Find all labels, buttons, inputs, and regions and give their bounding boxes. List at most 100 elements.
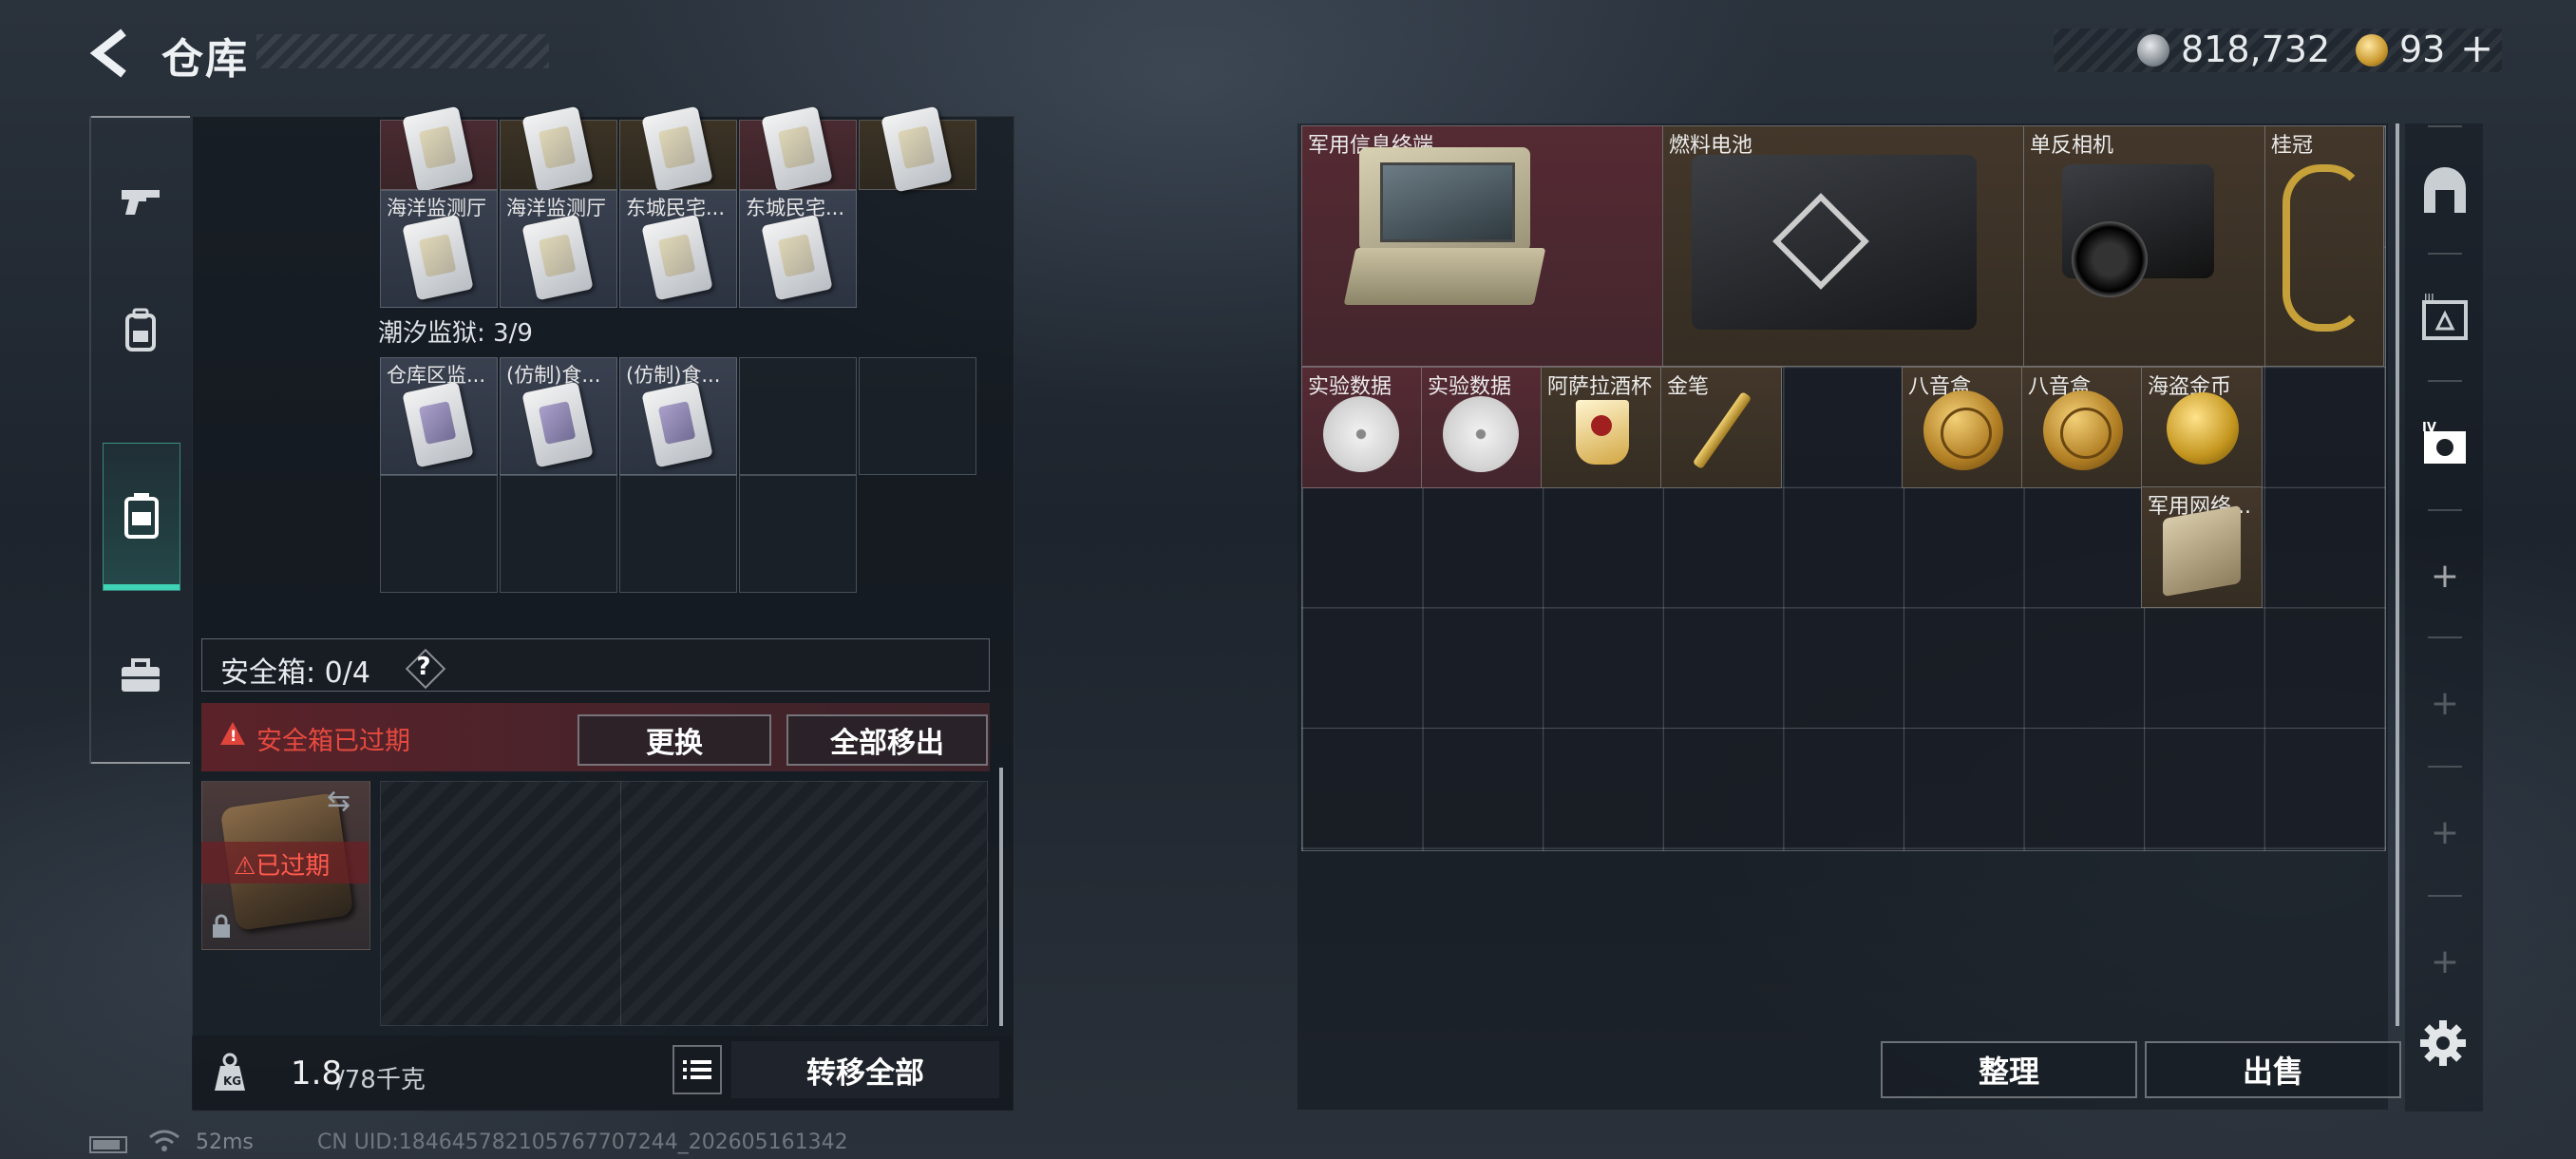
router-image [2163,504,2241,598]
backpack-icon [125,308,156,352]
list-item[interactable]: 东城民宅... [739,190,857,308]
tab-toolbox[interactable] [103,638,179,714]
svg-text:KG: KG [223,1074,241,1088]
sell-button[interactable]: 出售 [2145,1041,2401,1098]
vault-icon [2424,167,2466,213]
gold-coin-image [2167,392,2239,465]
inventory-slot[interactable] [380,105,498,193]
stash-item[interactable]: 桂冠 [2264,125,2384,367]
scrollbar[interactable] [999,768,1003,1026]
stash-item[interactable]: 军用信息终端 [1301,125,1664,367]
container-icon: III [2422,293,2468,340]
music-box-image [2043,390,2123,470]
expired-warning-text: 安全箱已过期 [256,727,410,756]
empty-slot[interactable] [500,475,617,593]
list-item[interactable]: 海洋监测厅 [500,190,617,308]
add-stash-tab-button[interactable]: + [2413,929,2477,994]
transfer-all-button[interactable]: 转移全部 [731,1041,999,1098]
help-label: ? [416,653,431,681]
gun-icon [122,190,160,215]
lock-icon [211,914,232,939]
empty-slot[interactable] [739,357,857,475]
list-icon [683,1060,711,1079]
replace-button[interactable]: 更换 [578,714,771,766]
move-all-out-button[interactable]: 全部移出 [786,714,988,766]
inventory-slot[interactable] [859,105,976,193]
battery-icon [89,1136,127,1153]
list-view-button[interactable] [672,1045,722,1094]
stash-item[interactable]: 单反相机 [2023,125,2266,367]
user-uid: CN UID:184645782105767707244_20260516134… [317,1130,848,1154]
case-expired-label: ⚠已过期 [234,852,331,881]
inventory-slot[interactable] [500,105,617,193]
weight-icon: KG [211,1053,249,1092]
svg-text:III: III [2424,293,2434,305]
swap-icon[interactable]: ⇆ [327,785,350,818]
stash-item[interactable]: 实验数据 [1301,367,1423,488]
add-stash-tab-button[interactable]: + [2413,543,2477,608]
stash-item[interactable]: 军用网络... [2141,486,2263,608]
empty-slot[interactable] [739,475,857,593]
left-tab-rail [89,116,190,764]
page-title: 仓库 [161,35,249,84]
gear-icon [2420,1020,2466,1066]
storage-case-icon [124,493,159,539]
stash-item[interactable]: 海盗金币 [2141,367,2263,488]
tab-storage-active[interactable] [103,443,180,591]
plus-icon: + [2430,556,2460,596]
item-name: 实验数据 [1428,375,1512,399]
safebox-grid[interactable] [380,781,988,1026]
item-name: 桂冠 [2271,134,2314,158]
stash-tab-1[interactable] [2413,160,2477,224]
silver-currency-value: 818,732 [2181,28,2331,70]
plus-icon: + [2430,941,2460,981]
stash-item[interactable]: 实验数据 [1421,367,1543,488]
pen-image [1692,390,1752,470]
stash-tab-2[interactable]: III [2413,285,2477,350]
weight-current: 1.8 [291,1054,343,1092]
gold-currency-value: 93 [2399,28,2446,70]
empty-slot[interactable] [859,357,976,475]
add-stash-tab-button[interactable]: + [2413,800,2477,864]
stash-item[interactable]: 八音盒 [2021,367,2143,488]
title-decoration [256,34,549,68]
section-label-prison: 潮汐监狱: 3/9 [378,319,533,348]
weight-max: /78千克 [336,1066,426,1094]
plus-icon: + [2430,683,2460,723]
stash-item[interactable]: 八音盒 [1902,367,2023,488]
stash-item[interactable]: 燃料电池 [1662,125,2025,367]
music-box-image [1923,390,2003,470]
add-currency-button[interactable]: + [2460,25,2493,71]
empty-slot[interactable] [380,475,498,593]
empty-slot[interactable] [619,475,737,593]
tab-weapons[interactable] [103,163,179,239]
list-item[interactable]: (仿制)食... [619,357,737,475]
gold-coin-icon [2356,34,2388,66]
tab-equipment[interactable] [103,293,179,369]
svg-text:IV: IV [2422,421,2436,435]
item-name: 金笔 [1667,375,1710,399]
item-name: 单反相机 [2030,134,2114,158]
sort-button[interactable]: 整理 [1881,1041,2137,1098]
stash-item[interactable]: 金笔 [1660,367,1782,488]
list-item[interactable]: (仿制)食... [500,357,617,475]
stash-tab-3-active[interactable]: IV [2413,412,2477,477]
camera-image [2062,164,2214,297]
settings-button[interactable] [2418,1018,2468,1068]
list-item[interactable]: 东城民宅... [619,190,737,308]
item-name: 阿萨拉酒杯 [1547,375,1653,399]
list-item[interactable]: 仓库区监... [380,357,498,475]
item-name: 实验数据 [1308,375,1392,399]
add-stash-tab-button[interactable]: + [2413,671,2477,735]
silver-coin-icon [2137,34,2169,66]
help-icon[interactable]: ? [405,648,446,690]
terminal-image [1359,147,1530,252]
stash-scrollbar[interactable] [2396,124,2399,1026]
inventory-slot[interactable] [739,105,857,193]
stash-item[interactable]: 阿萨拉酒杯 [1541,367,1662,488]
inventory-slot[interactable] [619,105,737,193]
back-button[interactable] [85,27,133,80]
plus-icon: + [2430,812,2460,852]
list-item[interactable]: 海洋监测厅 [380,190,498,308]
safe-icon: IV [2422,421,2466,464]
